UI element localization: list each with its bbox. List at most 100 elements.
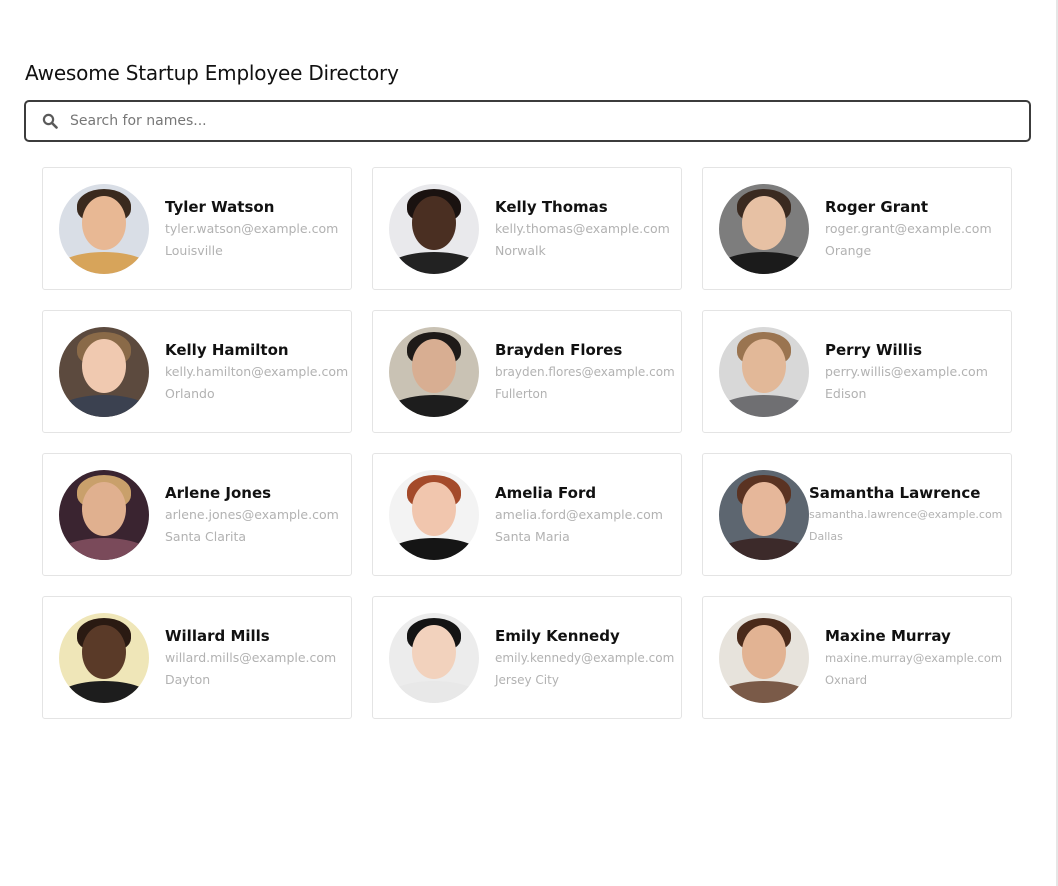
- employee-info: Maxine Murray maxine.murray@example.com Ox…: [825, 625, 1002, 691]
- employee-email: roger.grant@example.com: [825, 220, 992, 236]
- employee-city: Edison: [825, 385, 867, 401]
- employee-email: willard.mills@example.com: [165, 649, 337, 665]
- employee-card[interactable]: Roger Grant roger.grant@example.com Orange: [702, 167, 1012, 290]
- avatar-face: [412, 482, 456, 537]
- avatar-face: [412, 339, 456, 394]
- employee-name: Samantha Lawrence: [809, 483, 981, 502]
- avatar-shoulders: [719, 680, 809, 703]
- avatar: [59, 183, 149, 274]
- employee-info: Brayden Flores brayden.flores@example.com…: [495, 339, 675, 405]
- employee-email: perry.willis@example.com: [825, 363, 988, 379]
- search-bar[interactable]: [24, 100, 1031, 142]
- avatar: [389, 326, 479, 417]
- employee-card[interactable]: Willard Mills willard.mills@example.com Da…: [42, 596, 352, 719]
- avatar-face: [82, 339, 126, 394]
- employee-info: Arlene Jones arlene.jones@example.com Sant…: [165, 482, 339, 548]
- employee-name: Kelly Thomas: [495, 197, 608, 216]
- employee-card[interactable]: Perry Willis perry.willis@example.com Edis…: [702, 310, 1012, 433]
- employee-card[interactable]: Emily Kennedy emily.kennedy@example.com Je…: [372, 596, 682, 719]
- employee-email: amelia.ford@example.com: [495, 506, 663, 522]
- avatar-shoulders: [719, 537, 809, 560]
- employee-info: Emily Kennedy emily.kennedy@example.com Je…: [495, 625, 674, 691]
- employee-card[interactable]: Tyler Watson tyler.watson@example.com Loui…: [42, 167, 352, 290]
- employee-info: Roger Grant roger.grant@example.com Orange: [825, 196, 992, 262]
- employee-city: Louisville: [165, 242, 223, 258]
- employee-card[interactable]: Maxine Murray maxine.murray@example.com Ox…: [702, 596, 1012, 719]
- avatar-face: [412, 625, 456, 680]
- avatar-face: [82, 482, 126, 537]
- employee-name: Tyler Watson: [165, 197, 275, 216]
- employee-card[interactable]: Arlene Jones arlene.jones@example.com Sant…: [42, 453, 352, 576]
- avatar: [389, 612, 479, 703]
- employee-city: Dallas: [809, 529, 843, 543]
- employee-name: Maxine Murray: [825, 626, 951, 645]
- employee-info: Perry Willis perry.willis@example.com Edis…: [825, 339, 988, 405]
- employee-card[interactable]: Amelia Ford amelia.ford@example.com Santa …: [372, 453, 682, 576]
- employee-city: Oxnard: [825, 672, 868, 687]
- employee-email: kelly.thomas@example.com: [495, 220, 670, 236]
- employee-email: kelly.hamilton@example.com: [165, 363, 349, 379]
- search-input[interactable]: [70, 106, 1029, 136]
- employee-info: Amelia Ford amelia.ford@example.com Santa …: [495, 482, 663, 548]
- employee-city: Fullerton: [495, 386, 548, 401]
- avatar: [59, 326, 149, 417]
- employee-info: Tyler Watson tyler.watson@example.com Loui…: [165, 196, 338, 262]
- avatar-shoulders: [59, 680, 149, 703]
- employee-city: Jersey City: [495, 672, 559, 687]
- employee-name: Perry Willis: [825, 340, 923, 359]
- avatar-shoulders: [389, 251, 479, 274]
- employee-city: Orange: [825, 242, 872, 258]
- avatar-shoulders: [59, 251, 149, 274]
- avatar: [59, 612, 149, 703]
- employee-email: emily.kennedy@example.com: [495, 650, 675, 665]
- avatar: [719, 612, 809, 703]
- avatar-face: [742, 482, 786, 537]
- avatar-shoulders: [389, 394, 479, 417]
- employee-info: Kelly Thomas kelly.thomas@example.com Norw…: [495, 196, 670, 262]
- avatar-face: [412, 196, 456, 251]
- avatar: [719, 183, 809, 274]
- employee-email: samantha.lawrence@example.com: [809, 507, 1003, 521]
- employee-info: Samantha Lawrence samantha.lawrence@examp…: [809, 482, 1002, 548]
- avatar: [389, 183, 479, 274]
- employee-email: arlene.jones@example.com: [165, 506, 339, 522]
- employee-city: Santa Maria: [495, 528, 570, 544]
- employee-city: Dayton: [165, 671, 211, 687]
- avatar-face: [82, 625, 126, 680]
- employee-city: Norwalk: [495, 242, 546, 258]
- employee-name: Arlene Jones: [165, 483, 272, 502]
- employee-email: tyler.watson@example.com: [165, 220, 339, 236]
- employee-name: Amelia Ford: [495, 483, 597, 502]
- avatar: [719, 469, 809, 560]
- employee-city: Orlando: [165, 385, 215, 401]
- avatar-face: [82, 196, 126, 251]
- avatar-face: [742, 625, 786, 680]
- employee-info: Kelly Hamilton kelly.hamilton@example.com…: [165, 339, 348, 405]
- employee-name: Roger Grant: [825, 197, 929, 216]
- employee-email: maxine.murray@example.com: [825, 650, 1003, 665]
- employee-name: Willard Mills: [165, 626, 270, 645]
- employee-card[interactable]: Brayden Flores brayden.flores@example.com…: [372, 310, 682, 433]
- avatar: [59, 469, 149, 560]
- employee-info: Willard Mills willard.mills@example.com Da…: [165, 625, 336, 691]
- employee-card[interactable]: Kelly Thomas kelly.thomas@example.com Norw…: [372, 167, 682, 290]
- employee-card[interactable]: Kelly Hamilton kelly.hamilton@example.com…: [42, 310, 352, 433]
- employee-name: Emily Kennedy: [495, 626, 620, 645]
- employee-grid: Tyler Watson tyler.watson@example.com Loui…: [42, 167, 1012, 719]
- employee-email: brayden.flores@example.com: [495, 364, 675, 379]
- avatar-shoulders: [719, 251, 809, 274]
- employee-city: Santa Clarita: [165, 528, 247, 544]
- search-icon: [42, 113, 58, 129]
- avatar: [389, 469, 479, 560]
- employee-name: Brayden Flores: [495, 340, 623, 359]
- avatar-shoulders: [719, 394, 809, 417]
- avatar-shoulders: [389, 680, 479, 703]
- avatar-shoulders: [59, 394, 149, 417]
- avatar: [719, 326, 809, 417]
- avatar-shoulders: [59, 537, 149, 560]
- employee-card[interactable]: Samantha Lawrence samantha.lawrence@examp…: [702, 453, 1012, 576]
- avatar-shoulders: [389, 537, 479, 560]
- avatar-face: [742, 339, 786, 394]
- avatar-face: [742, 196, 786, 251]
- employee-name: Kelly Hamilton: [165, 340, 289, 359]
